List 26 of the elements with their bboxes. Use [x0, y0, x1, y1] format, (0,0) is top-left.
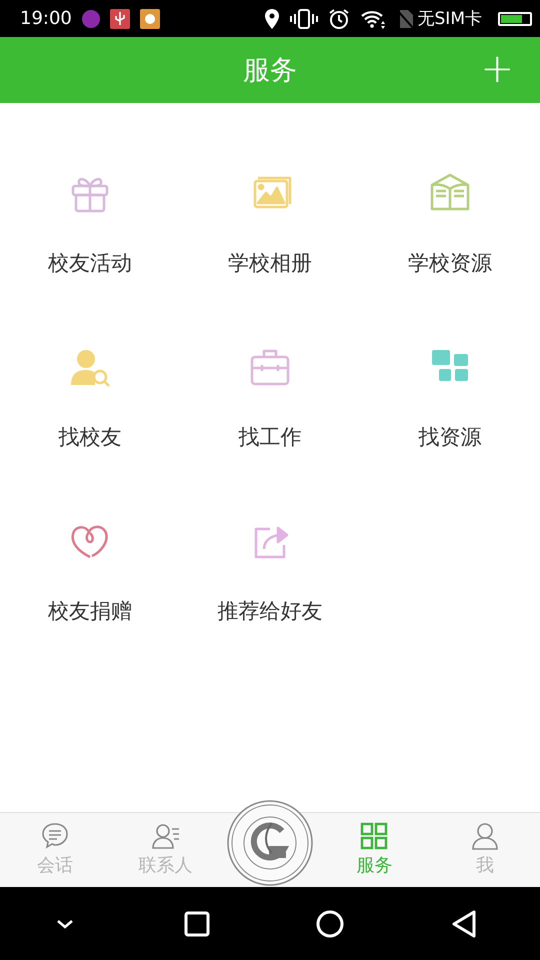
- service-item[interactable]: 找资源: [360, 345, 540, 519]
- service-item[interactable]: 学校资源: [360, 171, 540, 345]
- recent-apps-icon[interactable]: [184, 910, 210, 936]
- clock-time: 19:00: [20, 8, 72, 29]
- page-title: 服务: [243, 54, 297, 88]
- wifi-icon: [360, 8, 386, 28]
- service-item[interactable]: 找工作: [180, 345, 360, 519]
- back-icon[interactable]: [450, 910, 477, 938]
- vibrate-icon: [290, 8, 318, 28]
- service-item[interactable]: 校友捐赠: [0, 519, 180, 693]
- home-icon[interactable]: [316, 910, 344, 938]
- chat-icon: [40, 821, 70, 851]
- person-icon: [470, 821, 500, 851]
- contacts-icon: [150, 821, 181, 851]
- app-notification-icon: [82, 10, 100, 28]
- grid-icon: [359, 821, 390, 851]
- battery-icon: [498, 12, 532, 26]
- carrier-label: 无SIM卡: [418, 8, 482, 30]
- usb-icon: [110, 8, 130, 28]
- alarm-icon: [328, 8, 350, 30]
- service-item[interactable]: 找校友: [0, 345, 180, 519]
- university-emblem-icon[interactable]: [226, 799, 314, 887]
- service-item[interactable]: 学校相册: [180, 171, 360, 345]
- service-item[interactable]: 校友活动: [0, 171, 180, 345]
- location-icon: [264, 8, 280, 28]
- service-item[interactable]: 推荐给好友: [180, 519, 360, 693]
